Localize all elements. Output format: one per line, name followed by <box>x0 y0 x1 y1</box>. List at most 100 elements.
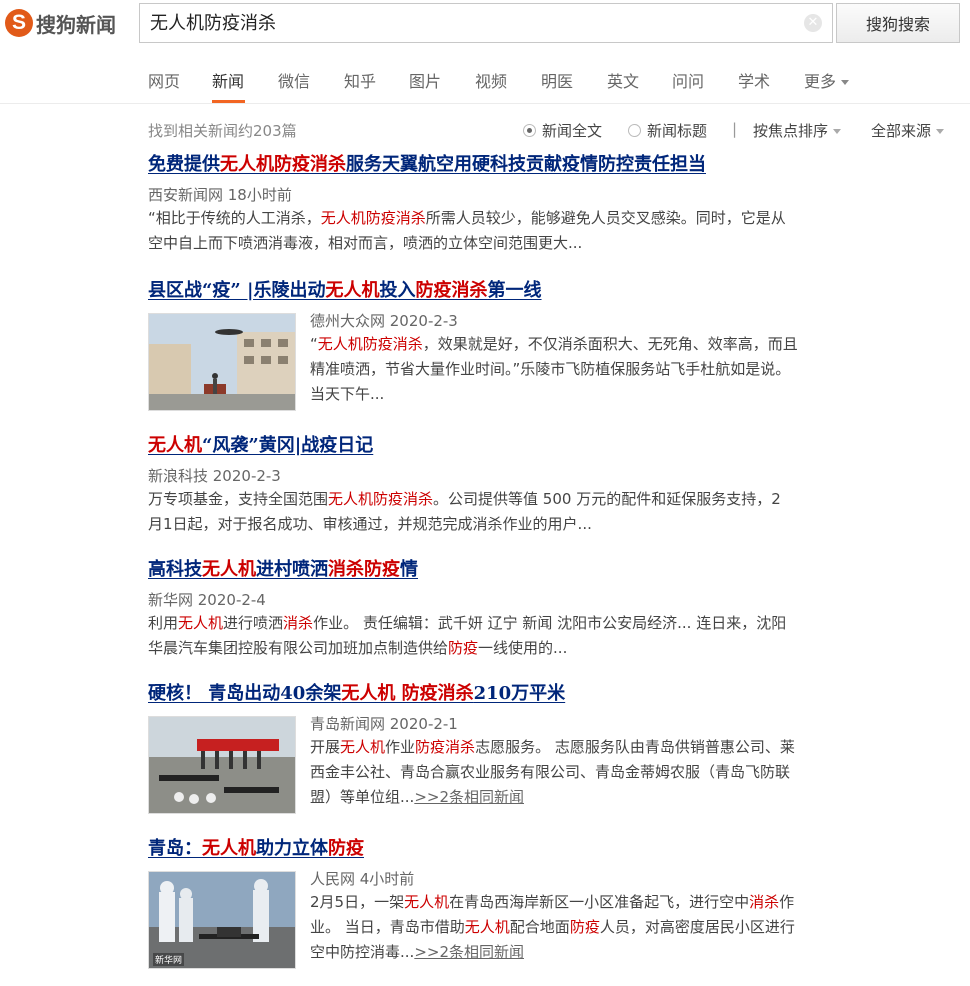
text-segment: 万专项基金，支持全国范围 <box>148 490 329 508</box>
result-snippet: 利用无人机进行喷洒消杀作业。 责任编辑：武千妍 辽宁 新闻 沈阳市公安局经济..… <box>148 611 838 661</box>
highlighted-keyword: 无人机 <box>148 435 202 456</box>
text-segment: 当天下午... <box>310 385 385 403</box>
source-label: 全部来源 <box>871 122 932 140</box>
text-segment: 作业 <box>385 738 416 756</box>
snippet-line: 空中自上而下喷洒消毒液，相对而言，喷洒的立体空间范围更大... <box>148 231 838 256</box>
highlighted-keyword: 消杀 <box>749 893 780 911</box>
snippet-line: “无人机防疫消杀，效果就是好，不仅消杀面积大、无死角、效率高，而且 <box>310 332 838 357</box>
highlighted-keyword: 无人机防疫消杀 <box>220 154 346 175</box>
results-toolbar: 找到相关新闻约203篇 新闻全文 新闻标题 | 按焦点排序 全部来源 <box>0 108 970 148</box>
result-title[interactable]: 免费提供无人机防疫消杀服务天翼航空用硬科技贡献疫情防控责任担当 <box>148 152 838 178</box>
snippet-line: 利用无人机进行喷洒消杀作业。 责任编辑：武千妍 辽宁 新闻 沈阳市公安局经济..… <box>148 611 838 636</box>
text-segment: 业。 当日，青岛市借助 <box>310 918 465 936</box>
text-segment: 华晨汽车集团控股有限公司加班加点制造供给 <box>148 639 449 657</box>
sort-dropdown[interactable]: 按焦点排序 <box>753 120 842 141</box>
result-thumbnail[interactable]: 新华网 <box>148 871 296 969</box>
text-segment: 进村喷洒 <box>256 559 328 580</box>
result-thumbnail[interactable] <box>148 716 296 814</box>
highlighted-keyword: 无人机防疫消杀 <box>328 490 434 508</box>
snippet-line: 万专项基金，支持全国范围无人机防疫消杀。公司提供等值 500 万元的配件和延保服… <box>148 487 838 512</box>
radio-title-only[interactable]: 新闻标题 <box>628 120 707 141</box>
highlighted-keyword: 无人机 <box>202 838 256 859</box>
tab-web[interactable]: 网页 <box>148 68 180 92</box>
radio-full-text[interactable]: 新闻全文 <box>523 120 602 141</box>
snippet-line: 开展无人机作业防疫消杀志愿服务。 志愿服务队由青岛供销普惠公司、莱 <box>310 735 838 760</box>
tab-video[interactable]: 视频 <box>475 68 507 92</box>
highlighted-keyword: 无人机防疫消杀 <box>317 335 423 353</box>
text-segment: 助力立体 <box>256 838 328 859</box>
highlighted-keyword: 无人机防疫消杀 <box>320 209 426 227</box>
highlighted-keyword: 无人机 <box>202 559 256 580</box>
tab-news[interactable]: 新闻 <box>212 68 244 92</box>
chevron-down-icon <box>936 129 945 134</box>
tab-mingyi[interactable]: 明医 <box>541 68 573 92</box>
result-thumbnail[interactable] <box>148 313 296 411</box>
snippet-line: “相比于传统的人工消杀，无人机防疫消杀所需人员较少，能够避免人员交叉感染。同时，… <box>148 206 838 231</box>
same-news-link[interactable]: >>2条相同新闻 <box>414 788 524 806</box>
clear-icon[interactable]: ✕ <box>804 14 822 32</box>
result-item: 免费提供无人机防疫消杀服务天翼航空用硬科技贡献疫情防控责任担当 西安新闻网 18… <box>148 152 838 256</box>
text-segment: 进行喷洒 <box>223 614 284 632</box>
result-snippet: 万专项基金，支持全国范围无人机防疫消杀。公司提供等值 500 万元的配件和延保服… <box>148 487 838 537</box>
text-segment: 。公司提供等值 500 万元的配件和延保服务支持，2 <box>433 490 781 508</box>
header: S 搜狗新闻 ✕ 搜狗搜索 <box>0 0 970 48</box>
text-segment: 情 <box>400 559 418 580</box>
text-segment: 一线使用的... <box>478 639 568 657</box>
result-title[interactable]: 县区战“疫” |乐陵出动无人机投入防疫消杀第一线 <box>148 278 838 304</box>
result-body: 青岛新闻网 2020-2-1 开展无人机作业防疫消杀志愿服务。 志愿服务队由青岛… <box>310 713 838 810</box>
source-dropdown[interactable]: 全部来源 <box>871 120 945 141</box>
chevron-down-icon <box>841 80 850 85</box>
radio-selected-icon <box>523 124 536 137</box>
tab-more[interactable]: 更多 <box>804 68 850 92</box>
highlighted-keyword: 防疫 <box>328 838 364 859</box>
result-title[interactable]: 硬核！ 青岛出动40余架无人机 防疫消杀210万平米 <box>148 681 838 707</box>
text-segment: “ <box>310 335 318 353</box>
result-title[interactable]: 青岛：无人机助力立体防疫 <box>148 836 838 862</box>
chevron-down-icon <box>833 129 842 134</box>
text-segment: 月1日起，对于报名成功、审核通过，并规范完成消杀作业的用户... <box>148 515 592 533</box>
search-button[interactable]: 搜狗搜索 <box>836 3 960 43</box>
sogou-news-logo[interactable]: S 搜狗新闻 <box>5 4 116 42</box>
thumbnail-caption: 新华网 <box>153 953 185 966</box>
text-segment: 硬核！ 青岛出动40余架 <box>148 683 342 704</box>
text-segment: 青岛： <box>148 838 202 859</box>
search-input[interactable] <box>140 4 790 40</box>
text-segment: 在青岛西海岸新区一小区准备起飞，进行空中 <box>449 893 750 911</box>
text-segment: 服务天翼航空用硬科技贡献疫情防控责任担当 <box>346 154 706 175</box>
text-segment: 人员，对高密度居民小区进行 <box>599 918 795 936</box>
tab-images[interactable]: 图片 <box>409 68 441 92</box>
tab-weixin[interactable]: 微信 <box>278 68 310 92</box>
same-news-link[interactable]: >>2条相同新闻 <box>414 943 524 961</box>
text-segment: 开展 <box>310 738 341 756</box>
result-source: 西安新闻网 18小时前 <box>148 186 292 204</box>
highlighted-keyword: 无人机 <box>404 893 450 911</box>
snippet-line: 盟）等单位组...>>2条相同新闻 <box>310 785 838 810</box>
sogou-s-icon: S <box>5 9 33 37</box>
result-title[interactable]: 无人机“风袭”黄冈|战疫日记 <box>148 433 838 459</box>
highlighted-keyword: 无人机 <box>325 280 380 301</box>
result-source: 新华网 2020-2-4 <box>148 591 266 609</box>
tab-wenwen[interactable]: 问问 <box>672 68 704 92</box>
result-item: 无人机“风袭”黄冈|战疫日记 新浪科技 2020-2-3 万专项基金，支持全国范… <box>148 433 838 537</box>
text-segment: 210万平米 <box>473 683 566 704</box>
text-segment: 志愿服务。 志愿服务队由青岛供销普惠公司、莱 <box>475 738 795 756</box>
text-segment: 配合地面 <box>509 918 570 936</box>
street-drone-photo <box>149 314 295 410</box>
result-title[interactable]: 高科技无人机进村喷洒消杀防疫情 <box>148 557 838 583</box>
result-item: 青岛：无人机助力立体防疫 新华网 人民网 4小时前 2月5日，一架无人机在青岛西… <box>148 836 838 969</box>
tab-english[interactable]: 英文 <box>607 68 639 92</box>
tab-academic[interactable]: 学术 <box>738 68 770 92</box>
tab-zhihu[interactable]: 知乎 <box>344 68 376 92</box>
highlighted-keyword: 消杀防疫 <box>328 559 400 580</box>
text-segment: “相比于传统的人工消杀， <box>148 209 321 227</box>
result-source: 人民网 4小时前 <box>310 870 415 888</box>
text-segment: 利用 <box>148 614 179 632</box>
text-segment: 西金丰公社、青岛合赢农业服务有限公司、青岛金蒂姆农服（青岛飞防联 <box>310 763 791 781</box>
result-snippet: 2月5日，一架无人机在青岛西海岸新区一小区准备起飞，进行空中消杀作 业。 当日，青… <box>310 890 838 965</box>
snippet-line: 西金丰公社、青岛合赢农业服务有限公司、青岛金蒂姆农服（青岛飞防联 <box>310 760 838 785</box>
text-segment: ，效果就是好，不仅消杀面积大、无死角、效率高，而且 <box>422 335 798 353</box>
result-source: 青岛新闻网 2020-2-1 <box>310 715 458 733</box>
text-segment: 第一线 <box>487 280 542 301</box>
result-body: 德州大众网 2020-2-3 “无人机防疫消杀，效果就是好，不仅消杀面积大、无死… <box>310 310 838 407</box>
result-source: 新浪科技 2020-2-3 <box>148 467 281 485</box>
